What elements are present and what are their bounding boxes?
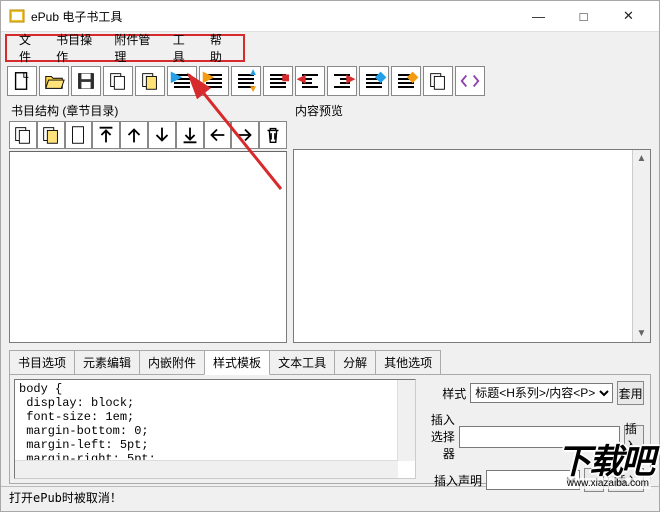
list-blue-button[interactable]: ▶	[167, 66, 197, 96]
tab-embed-attach[interactable]: 内嵌附件	[139, 350, 205, 375]
tab-text-tools[interactable]: 文本工具	[269, 350, 335, 375]
preview-panel: 内容预览 ▲ ▼	[293, 100, 651, 343]
list-orange-button[interactable]: ▶	[199, 66, 229, 96]
preview-label: 内容预览	[293, 100, 651, 121]
tab-other-options[interactable]: 其他选项	[375, 350, 441, 375]
main-toolbar: ▶ ▶ ▲▼ ■ ◀ ▶ ◆ ◆	[1, 62, 659, 100]
tab-style-template[interactable]: 样式模板	[204, 350, 270, 375]
struct-right-button[interactable]	[231, 121, 259, 149]
watermark-logo: 下载吧	[557, 434, 653, 483]
list-blue2-button[interactable]: ◆	[359, 66, 389, 96]
struct-delete-button[interactable]	[259, 121, 287, 149]
code-vscrollbar[interactable]	[397, 380, 415, 461]
struct-paste-button[interactable]	[37, 121, 65, 149]
list-red-button[interactable]: ■	[263, 66, 293, 96]
window-title: ePub 电子书工具	[31, 8, 516, 25]
struct-up-button[interactable]	[120, 121, 148, 149]
maximize-button[interactable]: □	[561, 2, 606, 31]
tab-element-edit[interactable]: 元素编辑	[74, 350, 140, 375]
struct-copy-button[interactable]	[9, 121, 37, 149]
insert-selector-label: 插入选择器	[424, 411, 455, 462]
insert-decl-label: 插入声明	[424, 472, 482, 489]
outdent-button[interactable]: ◀	[295, 66, 325, 96]
struct-doc-button[interactable]	[65, 121, 93, 149]
css-code-area[interactable]: body { display: block; font-size: 1em; m…	[14, 379, 416, 479]
style-template-panel: body { display: block; font-size: 1em; m…	[9, 374, 651, 484]
app-window: ePub 电子书工具 — □ ✕ 文件 书目操作 附件管理 工具 帮助 ▶ ▶ …	[0, 0, 660, 512]
list-updown-button[interactable]: ▲▼	[231, 66, 261, 96]
paste-button[interactable]	[135, 66, 165, 96]
watermark-url: www.xiazaiba.com	[565, 478, 651, 489]
tab-catalog-options[interactable]: 书目选项	[9, 350, 75, 375]
open-button[interactable]	[39, 66, 69, 96]
titlebar: ePub 电子书工具 — □ ✕	[1, 1, 659, 32]
bottom-tabstrip: 书目选项 元素编辑 内嵌附件 样式模板 文本工具 分解 其他选项	[9, 350, 651, 375]
status-text: 打开ePub时被取消！	[9, 491, 122, 505]
menubar: 文件 书目操作 附件管理 工具 帮助	[5, 34, 245, 62]
struct-left-button[interactable]	[204, 121, 232, 149]
structure-toolbar	[9, 121, 287, 151]
app-icon	[9, 8, 25, 24]
content-area: 书目结构 (章节目录) 内容预览 ▲ ▼	[1, 100, 659, 343]
style-label: 样式	[424, 385, 466, 402]
structure-tree[interactable]	[9, 151, 287, 343]
save-button[interactable]	[71, 66, 101, 96]
struct-down-button[interactable]	[148, 121, 176, 149]
structure-label: 书目结构 (章节目录)	[9, 100, 287, 121]
struct-top-button[interactable]	[92, 121, 120, 149]
close-button[interactable]: ✕	[606, 2, 651, 31]
scroll-up-icon[interactable]: ▲	[634, 150, 649, 167]
indent-button[interactable]: ▶	[327, 66, 357, 96]
preview-content[interactable]: ▲ ▼	[293, 149, 651, 343]
copy-button[interactable]	[103, 66, 133, 96]
copy2-button[interactable]	[423, 66, 453, 96]
preview-scrollbar[interactable]: ▲ ▼	[632, 150, 650, 342]
scroll-down-icon[interactable]: ▼	[634, 325, 649, 342]
apply-button[interactable]: 套用	[617, 381, 644, 405]
style-select[interactable]: 标题<H系列>/内容<P>	[470, 383, 613, 403]
code-button[interactable]	[455, 66, 485, 96]
new-button[interactable]	[7, 66, 37, 96]
code-hscrollbar[interactable]	[15, 460, 398, 478]
structure-panel: 书目结构 (章节目录)	[9, 100, 287, 343]
list-orange2-button[interactable]: ◆	[391, 66, 421, 96]
tab-decompose[interactable]: 分解	[334, 350, 376, 375]
struct-bottom-button[interactable]	[176, 121, 204, 149]
minimize-button[interactable]: —	[516, 2, 561, 31]
